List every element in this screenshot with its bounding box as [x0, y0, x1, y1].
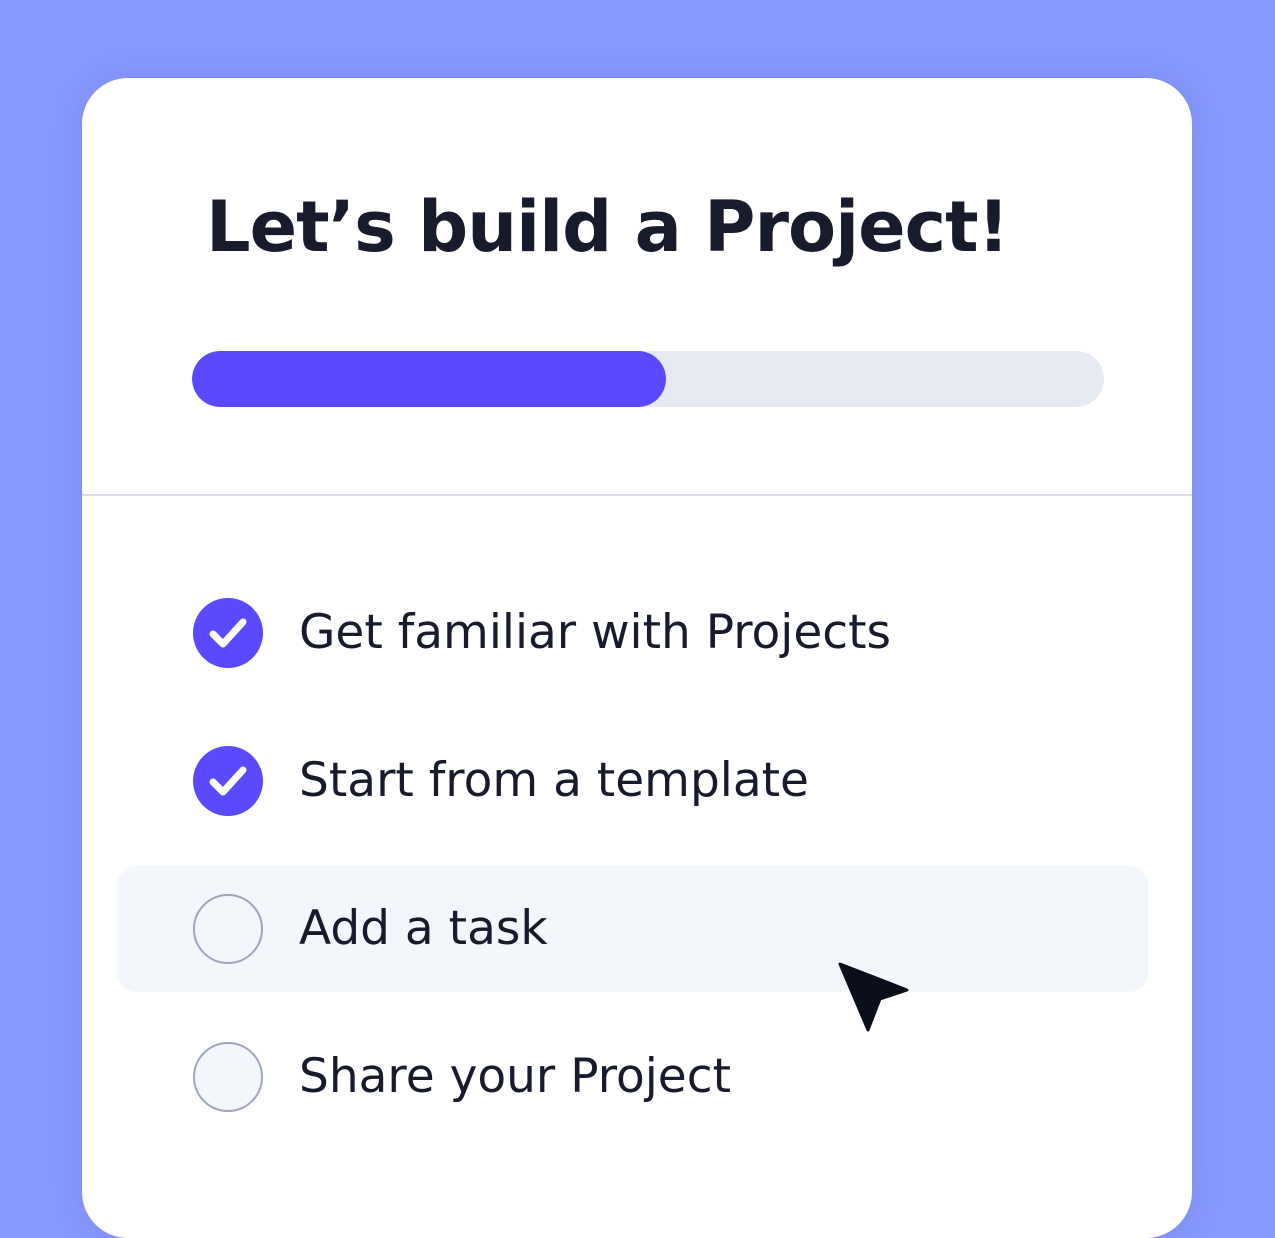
task-label: Share your Project: [299, 1049, 731, 1104]
empty-circle-icon[interactable]: [193, 894, 263, 964]
task-label: Start from a template: [299, 753, 809, 808]
task-item-start-template[interactable]: Start from a template: [117, 718, 1148, 844]
task-item-share-project[interactable]: Share your Project: [117, 1014, 1148, 1140]
task-label: Get familiar with Projects: [299, 605, 892, 660]
mouse-pointer-icon: [838, 962, 909, 1032]
task-item-get-familiar[interactable]: Get familiar with Projects: [117, 570, 1148, 696]
checkmark-circle-icon[interactable]: [193, 598, 263, 668]
onboarding-card: Let’s build a Project! Get familiar with…: [82, 78, 1192, 1238]
task-list: Get familiar with Projects Start from a …: [82, 78, 1192, 1178]
task-item-add-task[interactable]: Add a task: [117, 866, 1148, 992]
task-label: Add a task: [299, 901, 548, 956]
empty-circle-icon[interactable]: [193, 1042, 263, 1112]
checkmark-circle-icon[interactable]: [193, 746, 263, 816]
